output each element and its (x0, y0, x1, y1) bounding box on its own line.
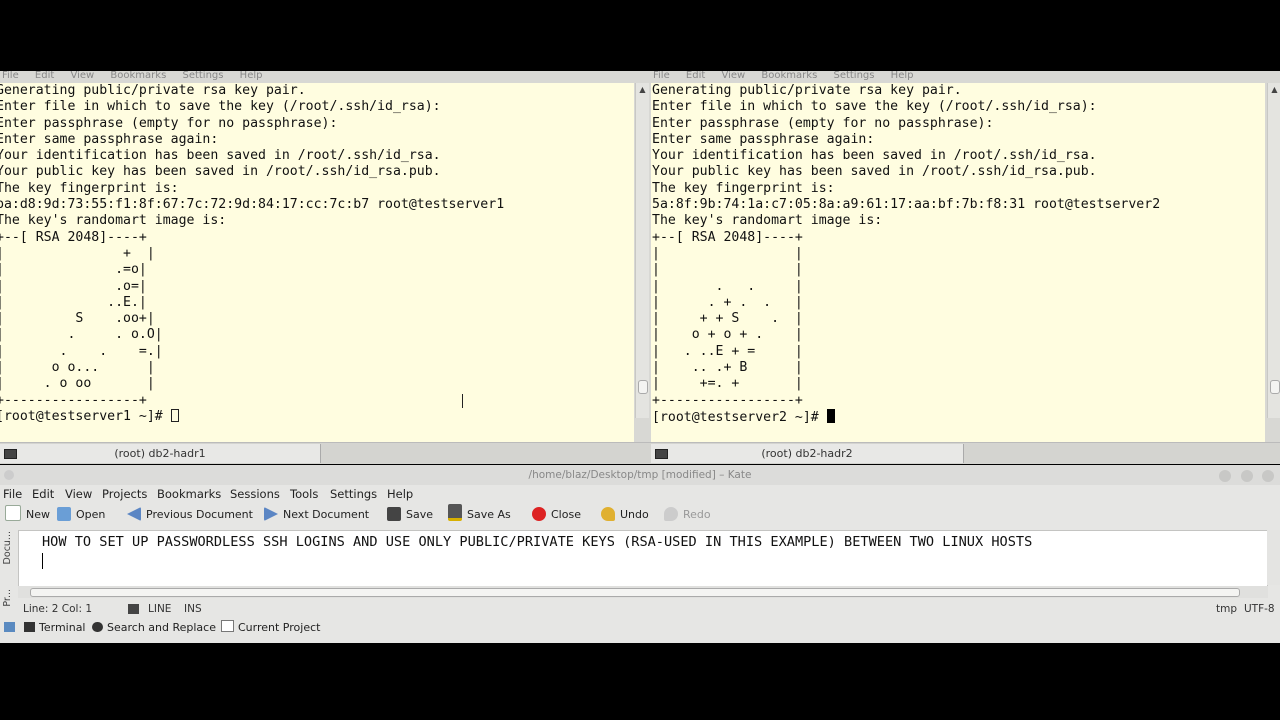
menu-bookmarks[interactable]: Bookmarks (761, 71, 817, 81)
menu-tools[interactable]: Tools (290, 485, 318, 503)
encoding[interactable]: UTF-8 (1244, 600, 1275, 618)
kate-tool-views: Terminal Search and Replace Current Proj… (0, 619, 1280, 637)
terminal-cursor (170, 408, 179, 422)
menu-edit[interactable]: Edit (35, 71, 54, 81)
arrow-left-icon (127, 507, 141, 521)
new-button[interactable]: New (5, 504, 50, 526)
minimize-icon[interactable] (1219, 470, 1232, 482)
terminal-prompt: [root@testserver2 ~]# (652, 409, 827, 425)
text-caret (42, 553, 43, 569)
terminal-menubar: File Edit View Bookmarks Settings Help (651, 71, 1280, 83)
terminal-scrollbar[interactable]: ▲ (1267, 83, 1280, 418)
document-name: tmp (1216, 603, 1238, 615)
insert-mode[interactable]: INS (184, 600, 202, 618)
mouse-ibeam-cursor-icon (462, 394, 468, 408)
menu-view[interactable]: View (721, 71, 745, 81)
redo-icon (664, 507, 678, 521)
kate-menubar: File Edit View Projects Bookmarks Sessio… (0, 485, 1280, 503)
terminal-tabbar: (root) db2-hadr1 (0, 442, 651, 464)
menu-settings[interactable]: Settings (330, 485, 377, 503)
kate-app-icon[interactable] (4, 470, 14, 480)
terminal-tab-label: (root) db2-hadr2 (761, 447, 853, 460)
menu-view[interactable]: View (70, 71, 94, 81)
undo-icon (601, 507, 615, 521)
project-icon (221, 620, 234, 632)
terminal-tab[interactable]: (root) db2-hadr1 (0, 444, 321, 463)
menu-file[interactable]: File (2, 71, 19, 81)
save-status-icon (128, 604, 139, 614)
close-window-icon[interactable] (1262, 470, 1274, 482)
editor-text-area[interactable]: HOW TO SET UP PASSWORDLESS SSH LOGINS AN… (18, 530, 1268, 587)
previous-document-button[interactable]: Previous Document (127, 504, 253, 526)
sidebar-documents-tab[interactable]: Docu... (2, 531, 13, 564)
menu-help[interactable]: Help (891, 71, 914, 81)
new-document-icon (5, 505, 21, 521)
menu-view[interactable]: View (65, 485, 92, 503)
menu-help[interactable]: Help (240, 71, 263, 81)
save-as-icon (448, 504, 462, 521)
kate-window: /home/blaz/Desktop/tmp [modified] – Kate… (0, 465, 1280, 643)
save-button[interactable]: Save (387, 504, 433, 526)
search-replace-tab[interactable]: Search and Replace (92, 619, 216, 637)
terminal-tabbar: (root) db2-hadr2 (651, 442, 1280, 464)
menu-settings[interactable]: Settings (182, 71, 223, 81)
scrollbar-thumb[interactable] (1270, 380, 1280, 394)
save-as-button[interactable]: Save As (448, 504, 511, 526)
next-document-button[interactable]: Next Document (264, 504, 369, 526)
scroll-up-icon[interactable]: ▲ (638, 85, 647, 94)
menu-settings[interactable]: Settings (833, 71, 874, 81)
menu-projects[interactable]: Projects (102, 485, 147, 503)
window-title: /home/blaz/Desktop/tmp [modified] – Kate (528, 469, 752, 481)
terminal-window-right: File Edit View Bookmarks Settings Help G… (651, 71, 1280, 464)
redo-button[interactable]: Redo (664, 504, 711, 526)
bottom-panel-toggle[interactable] (4, 619, 19, 637)
menu-bookmarks[interactable]: Bookmarks (157, 485, 221, 503)
kate-toolbar: New Open Previous Document Next Document… (0, 504, 1280, 526)
close-icon (532, 507, 546, 521)
terminal-menubar: File Edit View Bookmarks Settings Help (0, 71, 651, 83)
undo-button[interactable]: Undo (601, 504, 649, 526)
terminal-screen[interactable]: Generating public/private rsa key pair. … (0, 83, 634, 464)
terminal-cursor (826, 408, 835, 423)
terminal-output: Generating public/private rsa key pair. … (0, 83, 634, 425)
terminal-screen[interactable]: Generating public/private rsa key pair. … (651, 83, 1265, 464)
menu-file[interactable]: File (3, 485, 22, 503)
scrollbar-thumb[interactable] (638, 380, 648, 394)
editor-line-1: HOW TO SET UP PASSWORDLESS SSH LOGINS AN… (42, 534, 1033, 550)
scrollbar-thumb[interactable] (30, 588, 1240, 597)
menu-edit[interactable]: Edit (686, 71, 705, 81)
cursor-position: Line: 2 Col: 1 (23, 603, 93, 615)
kate-titlebar[interactable]: /home/blaz/Desktop/tmp [modified] – Kate (0, 465, 1280, 485)
save-icon (387, 507, 401, 521)
current-project-tab[interactable]: Current Project (221, 619, 320, 637)
folder-open-icon (57, 507, 71, 521)
menu-sessions[interactable]: Sessions (230, 485, 280, 503)
terminal-icon (24, 622, 35, 632)
panel-icon (4, 622, 15, 632)
editor-horizontal-scrollbar[interactable] (18, 586, 1268, 598)
terminal-tab[interactable]: Terminal (24, 619, 86, 637)
terminal-scrollbar[interactable]: ▲ (635, 83, 649, 418)
binoculars-icon (92, 622, 103, 632)
terminal-output: Generating public/private rsa key pair. … (652, 83, 1161, 425)
selection-mode[interactable]: LINE (148, 600, 171, 618)
terminal-tab[interactable]: (root) db2-hadr2 (651, 444, 964, 463)
terminal-prompt: [root@testserver1 ~]# (0, 408, 171, 424)
menu-help[interactable]: Help (387, 485, 413, 503)
scroll-up-icon[interactable]: ▲ (1270, 85, 1279, 94)
terminal-tab-label: (root) db2-hadr1 (114, 447, 206, 460)
arrow-right-icon (264, 507, 278, 521)
menu-file[interactable]: File (653, 71, 670, 81)
menu-bookmarks[interactable]: Bookmarks (110, 71, 166, 81)
menu-edit[interactable]: Edit (32, 485, 54, 503)
open-button[interactable]: Open (57, 504, 105, 526)
editor-vertical-scrollbar[interactable] (1267, 530, 1280, 585)
terminal-window-left: File Edit View Bookmarks Settings Help G… (0, 71, 651, 464)
close-button[interactable]: Close (532, 504, 581, 526)
maximize-icon[interactable] (1240, 470, 1253, 482)
kate-statusbar: Line: 2 Col: 1 LINE INS tmp UTF-8 (0, 600, 1280, 618)
